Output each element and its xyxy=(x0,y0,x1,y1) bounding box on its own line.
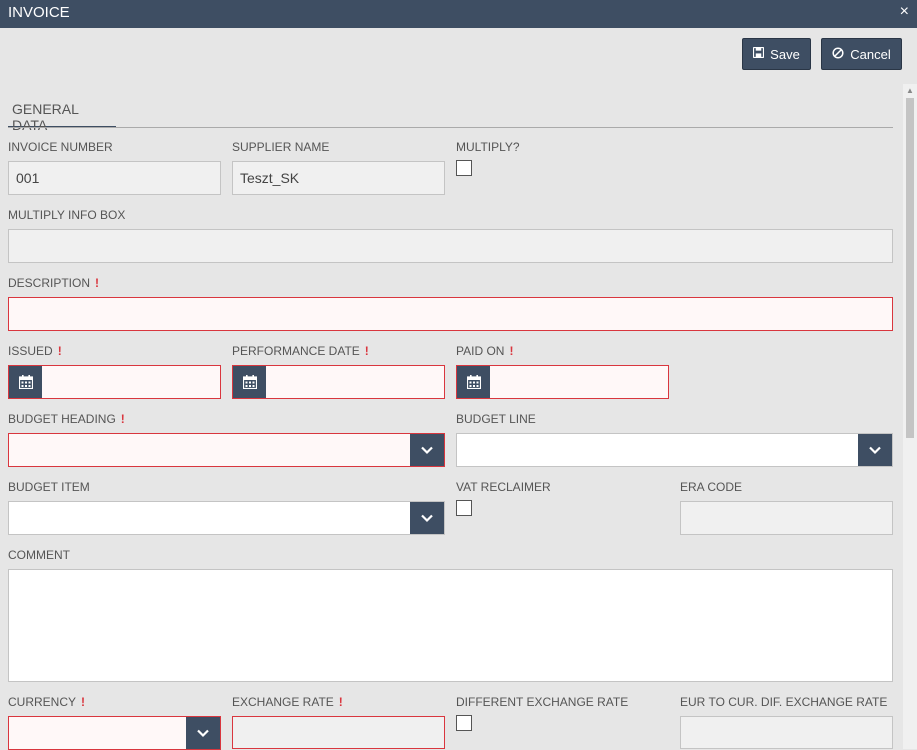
required-mark: ! xyxy=(120,412,125,426)
save-button-label: Save xyxy=(770,46,800,62)
required-mark: ! xyxy=(509,344,514,358)
chevron-down-icon[interactable] xyxy=(410,434,444,466)
era-code-label: ERA CODE xyxy=(680,480,743,494)
era-code-field xyxy=(680,501,893,535)
cancel-button[interactable]: Cancel xyxy=(821,38,902,70)
tab-general-data[interactable]: GENERAL DATA xyxy=(8,100,116,133)
budget-line-label: BUDGET LINE xyxy=(456,412,536,426)
description-field[interactable] xyxy=(8,297,893,331)
budget-line-select[interactable] xyxy=(456,433,893,467)
currency-label: CURRENCY! xyxy=(8,695,85,709)
currency-label-text: CURRENCY xyxy=(8,695,77,709)
chevron-down-icon[interactable] xyxy=(410,502,444,534)
performance-date-label-text: PERFORMANCE DATE xyxy=(232,344,360,358)
scroll-up-arrow-icon[interactable]: ▲ xyxy=(906,86,914,95)
required-mark: ! xyxy=(338,695,343,709)
save-button[interactable]: Save xyxy=(742,38,811,70)
exchange-rate-label: EXCHANGE RATE! xyxy=(232,695,343,709)
required-mark: ! xyxy=(95,276,100,290)
multiply-label: MULTIPLY? xyxy=(456,140,520,154)
required-mark: ! xyxy=(364,344,369,358)
eur-to-cur-dif-exchange-rate-field xyxy=(680,716,893,749)
budget-item-select[interactable] xyxy=(8,501,445,535)
comment-label: COMMENT xyxy=(8,548,70,562)
scrollbar-thumb[interactable] xyxy=(906,98,914,438)
close-icon[interactable]: × xyxy=(900,3,909,21)
calendar-icon[interactable] xyxy=(233,366,266,398)
budget-heading-label-text: BUDGET HEADING xyxy=(8,412,116,426)
issued-label-text: ISSUED xyxy=(8,344,53,358)
vat-reclaimer-label: VAT RECLAIMER xyxy=(456,480,551,494)
comment-textarea[interactable] xyxy=(8,569,893,682)
supplier-name-label: SUPPLIER NAME xyxy=(232,140,330,154)
tab-divider xyxy=(8,127,893,128)
multiply-checkbox[interactable] xyxy=(456,160,472,176)
paid-on-label-text: PAID ON xyxy=(456,344,505,358)
vertical-scrollbar[interactable]: ▲ xyxy=(903,84,917,749)
budget-heading-label: BUDGET HEADING! xyxy=(8,412,125,426)
issued-label: ISSUED! xyxy=(8,344,62,358)
paid-on-label: PAID ON! xyxy=(456,344,513,358)
invoice-number-field[interactable]: 001 xyxy=(8,161,221,195)
budget-heading-select[interactable] xyxy=(8,433,445,467)
issued-date-field[interactable] xyxy=(8,365,221,399)
title-bar: INVOICE × xyxy=(0,0,917,28)
tab-general-data-label: GENERAL DATA xyxy=(12,101,79,133)
multiply-info-box-field xyxy=(8,229,893,263)
calendar-icon[interactable] xyxy=(9,366,42,398)
chevron-down-icon[interactable] xyxy=(186,717,220,749)
vat-reclaimer-checkbox[interactable] xyxy=(456,500,472,516)
cancel-button-label: Cancel xyxy=(850,46,891,62)
required-mark: ! xyxy=(81,695,86,709)
supplier-name-field[interactable]: Teszt_SK xyxy=(232,161,445,195)
budget-item-label: BUDGET ITEM xyxy=(8,480,90,494)
window-title: INVOICE xyxy=(8,4,70,21)
exchange-rate-label-text: EXCHANGE RATE xyxy=(232,695,334,709)
cancel-icon xyxy=(832,46,844,62)
description-label: DESCRIPTION! xyxy=(8,276,99,290)
invoice-number-label: INVOICE NUMBER xyxy=(8,140,113,154)
description-label-text: DESCRIPTION xyxy=(8,276,91,290)
different-exchange-rate-label: DIFFERENT EXCHANGE RATE xyxy=(456,695,629,709)
exchange-rate-field[interactable] xyxy=(232,716,445,749)
multiply-info-box-label: MULTIPLY INFO BOX xyxy=(8,208,126,222)
chevron-down-icon[interactable] xyxy=(858,434,892,466)
calendar-icon[interactable] xyxy=(457,366,490,398)
currency-select[interactable] xyxy=(8,716,221,750)
save-icon xyxy=(752,46,765,61)
performance-date-field[interactable] xyxy=(232,365,445,399)
eur-to-cur-dif-exchange-rate-label: EUR TO CUR. DIF. EXCHANGE RATE xyxy=(680,695,888,709)
performance-date-label: PERFORMANCE DATE! xyxy=(232,344,369,358)
required-mark: ! xyxy=(57,344,62,358)
different-exchange-rate-checkbox[interactable] xyxy=(456,715,472,731)
paid-on-date-field[interactable] xyxy=(456,365,669,399)
